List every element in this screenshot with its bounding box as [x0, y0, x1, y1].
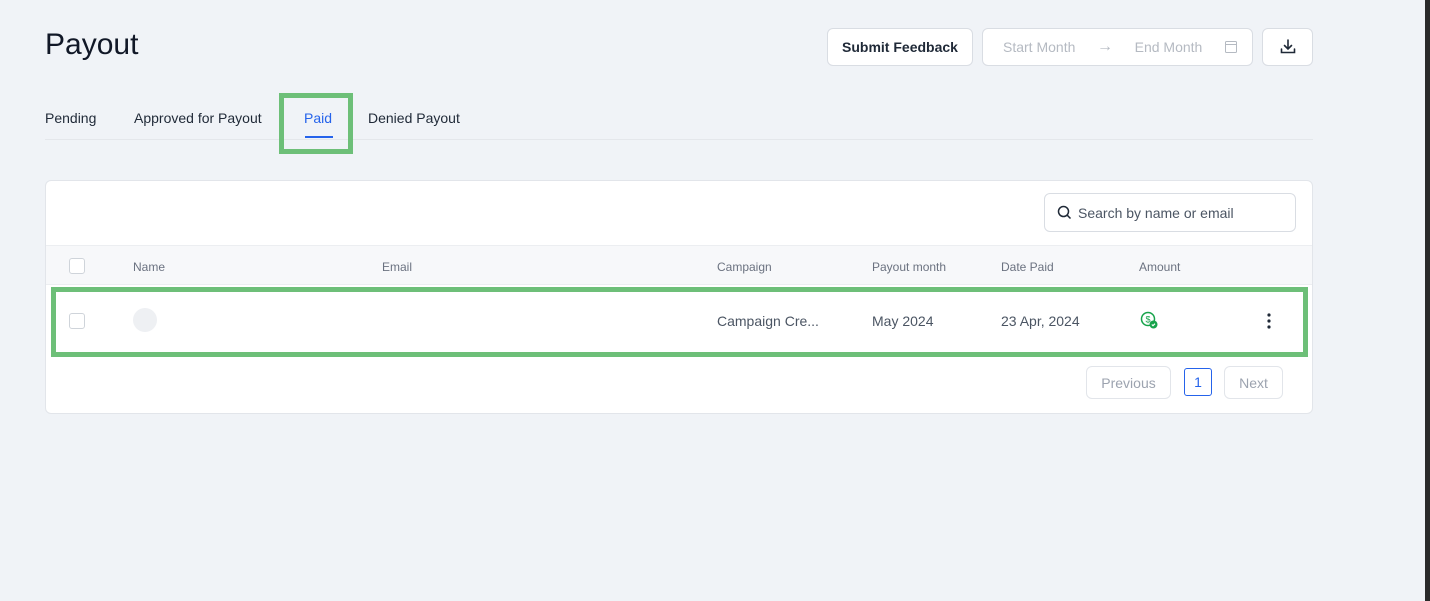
calendar-icon [1224, 41, 1237, 53]
highlight-paid-tab [279, 93, 353, 154]
next-page-button[interactable]: Next [1224, 366, 1283, 399]
window-edge [1425, 0, 1430, 601]
search-input[interactable]: Search by name or email [1044, 193, 1296, 232]
tab-approved-for-payout[interactable]: Approved for Payout [134, 110, 262, 126]
download-icon [1280, 39, 1295, 54]
highlight-paid-row [51, 287, 1308, 357]
search-placeholder: Search by name or email [1078, 204, 1234, 221]
header-amount[interactable]: Amount [1139, 260, 1180, 274]
tab-pending[interactable]: Pending [45, 110, 96, 126]
header-name[interactable]: Name [133, 260, 165, 274]
arrow-right-icon: → [1097, 38, 1113, 55]
download-button[interactable] [1262, 28, 1313, 66]
table-header: Name Email Campaign Payout month Date Pa… [46, 245, 1312, 285]
previous-page-button[interactable]: Previous [1086, 366, 1171, 399]
header-email[interactable]: Email [382, 260, 412, 274]
page-title: Payout [45, 28, 139, 61]
header-date-paid[interactable]: Date Paid [1001, 260, 1054, 274]
tab-bar: Pending Approved for Payout Paid Denied … [45, 100, 1313, 140]
select-all-checkbox[interactable] [69, 258, 85, 274]
start-month-input[interactable]: Start Month [1003, 39, 1075, 55]
tab-denied-payout[interactable]: Denied Payout [368, 110, 460, 126]
month-range-picker[interactable]: Start Month → End Month [982, 28, 1253, 66]
search-icon [1057, 205, 1072, 220]
header-payout-month[interactable]: Payout month [872, 260, 946, 274]
submit-feedback-button[interactable]: Submit Feedback [827, 28, 973, 66]
end-month-input[interactable]: End Month [1135, 39, 1203, 55]
header-campaign[interactable]: Campaign [717, 260, 772, 274]
page-1-button[interactable]: 1 [1184, 368, 1212, 396]
